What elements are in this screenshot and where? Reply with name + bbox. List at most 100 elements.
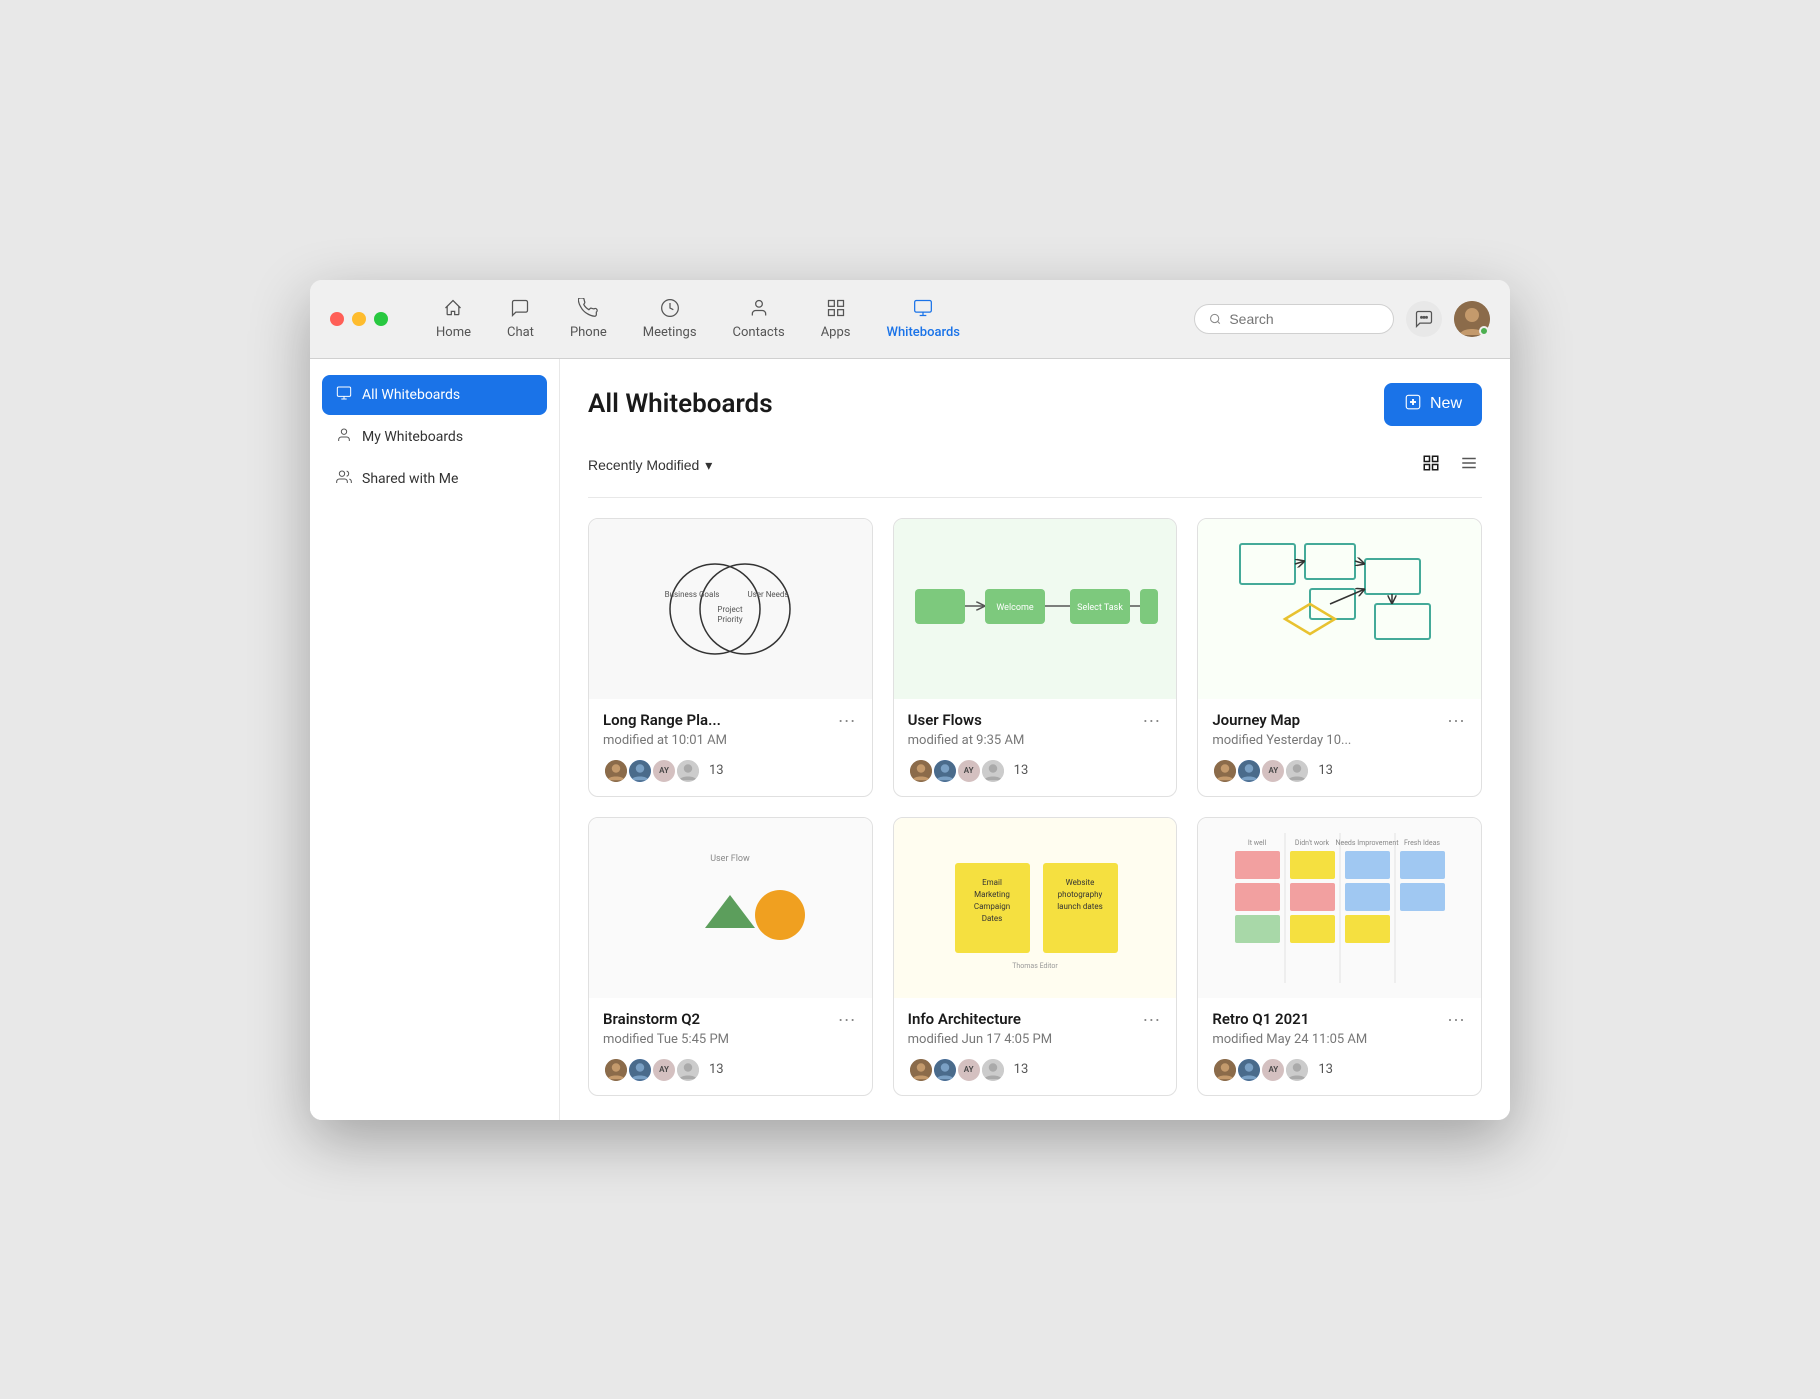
window-controls	[330, 312, 388, 326]
shared-icon	[336, 469, 352, 489]
nav-item-home[interactable]: Home	[418, 294, 489, 344]
nav-label-home: Home	[436, 325, 471, 340]
avatar-3: AY	[651, 1057, 677, 1083]
content-header: All Whiteboards New	[588, 383, 1482, 426]
avatar-1	[603, 1057, 629, 1083]
card-more-user-flows[interactable]: ···	[1140, 711, 1162, 729]
sidebar-label-shared: Shared with Me	[362, 471, 458, 487]
nav-label-chat: Chat	[507, 325, 534, 340]
view-controls	[1418, 450, 1482, 481]
main-layout: All Whiteboards My Whiteboards Shared wi…	[310, 359, 1510, 1120]
card-modified-info-arch: modified Jun 17 4:05 PM	[908, 1032, 1163, 1047]
avatar-3: AY	[651, 758, 677, 784]
avatar-2	[1236, 758, 1262, 784]
card-modified-retro: modified May 24 11:05 AM	[1212, 1032, 1467, 1047]
page-title: All Whiteboards	[588, 389, 773, 419]
nav-item-chat[interactable]: Chat	[489, 294, 552, 344]
avatar-4	[1284, 1057, 1310, 1083]
maximize-button[interactable]	[374, 312, 388, 326]
thumbnail-retro: It well Didn't work Needs Improvement Fr…	[1198, 818, 1481, 998]
avatar-4	[980, 1057, 1006, 1083]
thumbnail-brainstorm: User Flow	[589, 818, 872, 998]
card-avatars-info-arch: AY 13	[908, 1057, 1163, 1083]
nav-item-apps[interactable]: Apps	[803, 294, 869, 344]
nav-item-contacts[interactable]: Contacts	[715, 294, 803, 344]
avatar-2	[932, 758, 958, 784]
filter-bar: Recently Modified ▾	[588, 450, 1482, 498]
nav-item-whiteboards[interactable]: Whiteboards	[869, 294, 978, 344]
thumbnail-info-arch: Email Marketing Campaign Dates Website p…	[894, 818, 1177, 998]
whiteboard-card-journey-map[interactable]: Journey Map ··· modified Yesterday 10...	[1197, 518, 1482, 797]
whiteboard-card-brainstorm[interactable]: User Flow Brainstorm Q2 ··· modified Tue…	[588, 817, 873, 1096]
avatar-2	[627, 1057, 653, 1083]
whiteboard-card-retro[interactable]: It well Didn't work Needs Improvement Fr…	[1197, 817, 1482, 1096]
whiteboard-card-info-arch[interactable]: Email Marketing Campaign Dates Website p…	[893, 817, 1178, 1096]
sidebar: All Whiteboards My Whiteboards Shared wi…	[310, 359, 560, 1120]
card-count-long-range: 13	[709, 763, 724, 778]
svg-text:Thomas Editor: Thomas Editor	[1012, 962, 1058, 970]
whiteboard-grid: Business Goals User Needs Project Priori…	[588, 518, 1482, 1096]
card-more-retro[interactable]: ···	[1445, 1010, 1467, 1028]
avatar-4	[980, 758, 1006, 784]
card-info-user-flows: User Flows ··· modified at 9:35 AM	[894, 699, 1177, 796]
card-info-long-range: Long Range Pla... ··· modified at 10:01 …	[589, 699, 872, 796]
all-whiteboards-icon	[336, 385, 352, 405]
card-more-long-range[interactable]: ···	[836, 711, 858, 729]
avatar-4	[1284, 758, 1310, 784]
title-bar: Home Chat Phone Meetings	[310, 280, 1510, 359]
phone-icon	[578, 298, 598, 321]
card-more-info-arch[interactable]: ···	[1140, 1010, 1162, 1028]
avatar-3: AY	[956, 1057, 982, 1083]
svg-text:Project: Project	[718, 605, 744, 614]
card-more-brainstorm[interactable]: ···	[836, 1010, 858, 1028]
card-avatars-retro: AY 13	[1212, 1057, 1467, 1083]
assistant-button[interactable]	[1406, 301, 1442, 337]
svg-text:It well: It well	[1248, 839, 1267, 847]
avatar-1	[1212, 758, 1238, 784]
list-view-button[interactable]	[1456, 450, 1482, 481]
filter-dropdown[interactable]: Recently Modified ▾	[588, 457, 712, 474]
thumbnail-user-flows: Welcome Select Task	[894, 519, 1177, 699]
svg-text:Business Goals: Business Goals	[665, 590, 720, 599]
sidebar-item-my-whiteboards[interactable]: My Whiteboards	[322, 417, 547, 457]
avatar-1	[908, 758, 934, 784]
user-avatar-container[interactable]	[1454, 301, 1490, 337]
card-info-brainstorm: Brainstorm Q2 ··· modified Tue 5:45 PM	[589, 998, 872, 1095]
svg-text:launch dates: launch dates	[1057, 902, 1103, 911]
new-button-label: New	[1430, 395, 1462, 413]
card-title-long-range: Long Range Pla...	[603, 711, 721, 729]
avatar-2	[932, 1057, 958, 1083]
search-input[interactable]	[1229, 311, 1379, 327]
search-bar[interactable]	[1194, 304, 1394, 334]
card-modified-journey-map: modified Yesterday 10...	[1212, 733, 1467, 748]
card-title-brainstorm: Brainstorm Q2	[603, 1010, 700, 1028]
minimize-button[interactable]	[352, 312, 366, 326]
nav-item-phone[interactable]: Phone	[552, 294, 625, 344]
apps-icon	[826, 298, 846, 321]
whiteboard-card-user-flows[interactable]: Welcome Select Task User Flows	[893, 518, 1178, 797]
card-avatars-user-flows: AY 13	[908, 758, 1163, 784]
svg-text:Marketing: Marketing	[974, 890, 1010, 899]
sidebar-item-all-whiteboards[interactable]: All Whiteboards	[322, 375, 547, 415]
new-whiteboard-button[interactable]: New	[1384, 383, 1482, 426]
grid-view-button[interactable]	[1418, 450, 1444, 481]
chat-icon	[510, 298, 530, 321]
card-count-brainstorm: 13	[709, 1062, 724, 1077]
card-title-info-arch: Info Architecture	[908, 1010, 1021, 1028]
avatar-3: AY	[1260, 1057, 1286, 1083]
close-button[interactable]	[330, 312, 344, 326]
meetings-icon	[660, 298, 680, 321]
my-whiteboards-icon	[336, 427, 352, 447]
card-more-journey-map[interactable]: ···	[1445, 711, 1467, 729]
avatar-3: AY	[956, 758, 982, 784]
avatar-1	[1212, 1057, 1238, 1083]
sidebar-item-shared[interactable]: Shared with Me	[322, 459, 547, 499]
card-info-info-arch: Info Architecture ··· modified Jun 17 4:…	[894, 998, 1177, 1095]
whiteboard-card-long-range[interactable]: Business Goals User Needs Project Priori…	[588, 518, 873, 797]
nav-item-meetings[interactable]: Meetings	[625, 294, 715, 344]
nav-label-whiteboards: Whiteboards	[887, 325, 960, 340]
avatar-1	[908, 1057, 934, 1083]
home-icon	[443, 298, 463, 321]
avatar-2	[1236, 1057, 1262, 1083]
card-count-retro: 13	[1318, 1062, 1333, 1077]
